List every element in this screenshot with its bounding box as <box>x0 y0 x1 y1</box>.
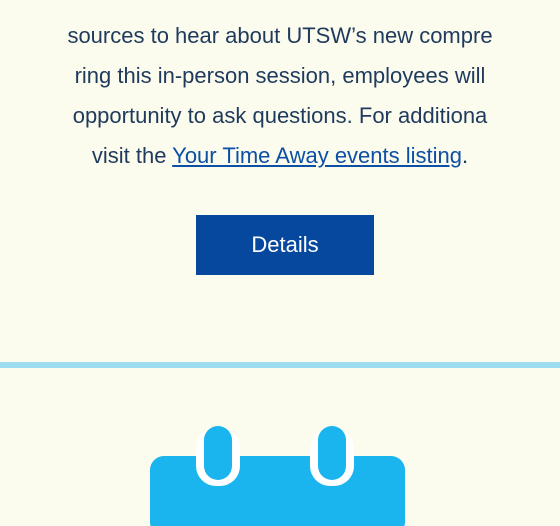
calendar-icon <box>150 426 405 526</box>
events-listing-link[interactable]: Your Time Away events listing <box>172 143 462 168</box>
description-line-1: sources to hear about UTSW’s new compre <box>67 23 493 48</box>
description-line-4-text: visit the <box>91 143 173 168</box>
description-line-2: ring this in-person session, employees w… <box>74 63 486 88</box>
next-event-card <box>0 368 560 526</box>
event-description: sources to hear about UTSW’s new compre … <box>0 0 560 176</box>
details-button[interactable]: Details <box>196 215 374 275</box>
description-line-3: opportunity to ask questions. For additi… <box>72 103 488 128</box>
description-line-4: visit the Your Time Away events listing. <box>0 136 560 176</box>
description-line-4-period: . <box>462 143 469 168</box>
event-card: sources to hear about UTSW’s new compre … <box>0 0 560 362</box>
